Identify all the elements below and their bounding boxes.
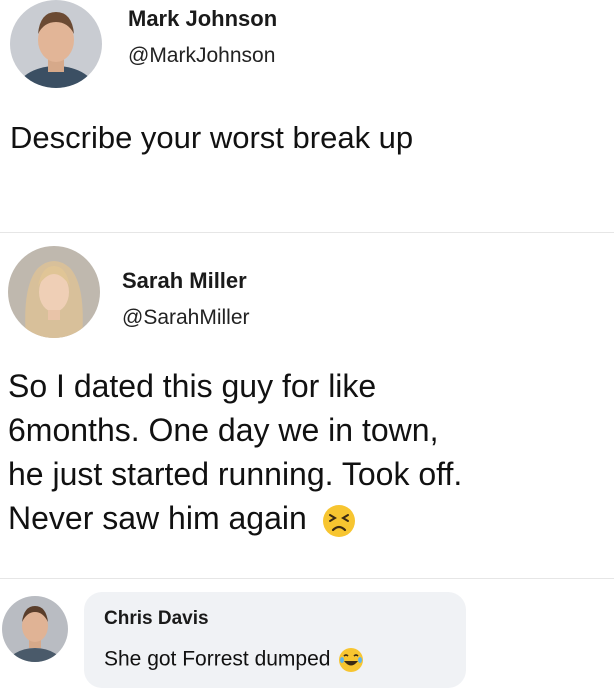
avatar[interactable]	[10, 0, 102, 88]
reply-text-last-line: Never saw him again	[8, 496, 614, 540]
comment-text-row: She got Forrest dumped	[104, 647, 364, 673]
reply-text-line: he just started running. Took off.	[8, 456, 463, 492]
post-author-name[interactable]: Mark Johnson	[128, 6, 277, 32]
face-with-tears-of-joy-icon	[338, 647, 364, 673]
avatar[interactable]	[8, 246, 100, 338]
comment-author-name[interactable]: Chris Davis	[104, 608, 209, 630]
reply-text-line: So I dated this guy for like	[8, 368, 377, 404]
post-text: Describe your worst break up	[10, 120, 414, 155]
post-author-handle[interactable]: @MarkJohnson	[128, 44, 275, 68]
reply-text-line: 6months. One day we in town,	[8, 412, 439, 448]
persevering-face-icon	[322, 504, 356, 538]
reply-text-line: Never saw him again	[8, 500, 307, 536]
reply-author-name[interactable]: Sarah Miller	[122, 268, 247, 294]
comment-text: She got Forrest dumped	[104, 647, 331, 671]
reply-divider	[0, 578, 614, 579]
comment-bubble	[84, 592, 466, 688]
avatar[interactable]	[2, 596, 68, 662]
reply-author-handle[interactable]: @SarahMiller	[122, 306, 250, 330]
post-divider	[0, 232, 614, 233]
reply-text: So I dated this guy for like 6months. On…	[8, 364, 614, 540]
